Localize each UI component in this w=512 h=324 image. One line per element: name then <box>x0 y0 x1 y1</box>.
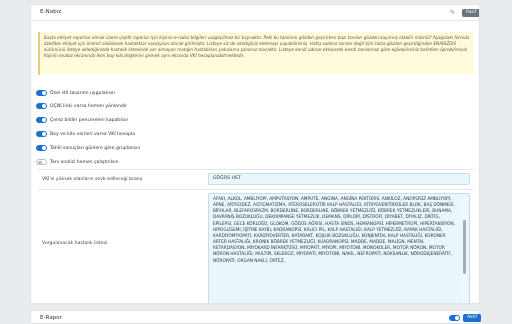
option-bmi-calc[interactable]: Boy ve kilo verileri varsa VKİ hesapla <box>36 130 336 139</box>
referral-branch-row: VKİ'si yüksek olanların sevk edileceği b… <box>38 169 474 189</box>
pin-icon[interactable]: ✎ <box>449 9 456 16</box>
toggle-switch[interactable] <box>36 103 47 109</box>
erapor-status-badge[interactable]: Aktif <box>463 314 482 322</box>
toggle-switch[interactable] <box>36 145 47 151</box>
option-label: Tanı analizi hemen çalıştırılsın <box>50 159 119 165</box>
erapor-title: E-Rapor <box>40 315 63 321</box>
option-label: Boy ve kilo verileri varsa VKİ hesapla <box>50 131 136 137</box>
card-title: E-Nabız <box>40 9 62 15</box>
referral-branch-label: VKİ'si yüksek olanların sevk edileceği b… <box>42 177 143 182</box>
disease-list-row: Vurgulanacak hastalık listesi AFAKI, ALK… <box>38 189 474 303</box>
toggle-switch[interactable] <box>36 117 47 123</box>
option-run-analysis[interactable]: Tanı analizi hemen çalıştırılsın <box>36 158 336 167</box>
disease-list-label: Vurgulanacak hastalık listesi <box>42 241 108 246</box>
scrollbar-thumb[interactable] <box>463 220 466 274</box>
option-label: OÇNİ linki varsa hemen yönlendir <box>50 103 127 109</box>
toggle-switch[interactable] <box>36 159 47 165</box>
option-group-results[interactable]: Tahlil sonuçları günlere göre gruplansın <box>36 144 336 153</box>
status-badge[interactable]: Pasif <box>462 9 479 17</box>
option-label: Tahlil sonuçları günlere göre gruplansın <box>50 145 141 151</box>
option-ocni-redirect[interactable]: OÇNİ linki varsa hemen yönlendir <box>36 102 336 111</box>
option-label: Özel stil tasarımı uygulansın <box>50 90 116 96</box>
erapor-toggle[interactable] <box>449 315 460 321</box>
option-label: Çerez bildiri pencereleri kapatılsın <box>50 117 129 123</box>
enabiz-card: E-Nabız ✎ Pasif Başta ehliyet raporları … <box>30 4 480 304</box>
option-close-cookies[interactable]: Çerez bildiri pencereleri kapatılsın <box>36 116 336 125</box>
toggle-switch[interactable] <box>36 90 47 96</box>
disease-list-textarea[interactable]: AFAKI, ALKOL, AMBLİYOPİ, AMPUTASYON, AMP… <box>208 193 470 303</box>
page: E-Nabız ✎ Pasif Başta ehliyet raporları … <box>0 0 512 324</box>
disease-list-text: AFAKI, ALKOL, AMBLİYOPİ, AMPUTASYON, AMP… <box>213 197 455 264</box>
toggle-switch[interactable] <box>36 131 47 137</box>
erapor-card: E-Rapor Aktif <box>30 310 482 324</box>
referral-branch-input[interactable]: GÖĞÜS HST <box>208 173 470 185</box>
info-box: Başta ehliyet raporları olmak üzere çeşi… <box>38 32 474 75</box>
option-custom-style[interactable]: Özel stil tasarımı uygulansın <box>36 89 336 98</box>
card-header: E-Nabız ✎ Pasif <box>31 5 479 21</box>
